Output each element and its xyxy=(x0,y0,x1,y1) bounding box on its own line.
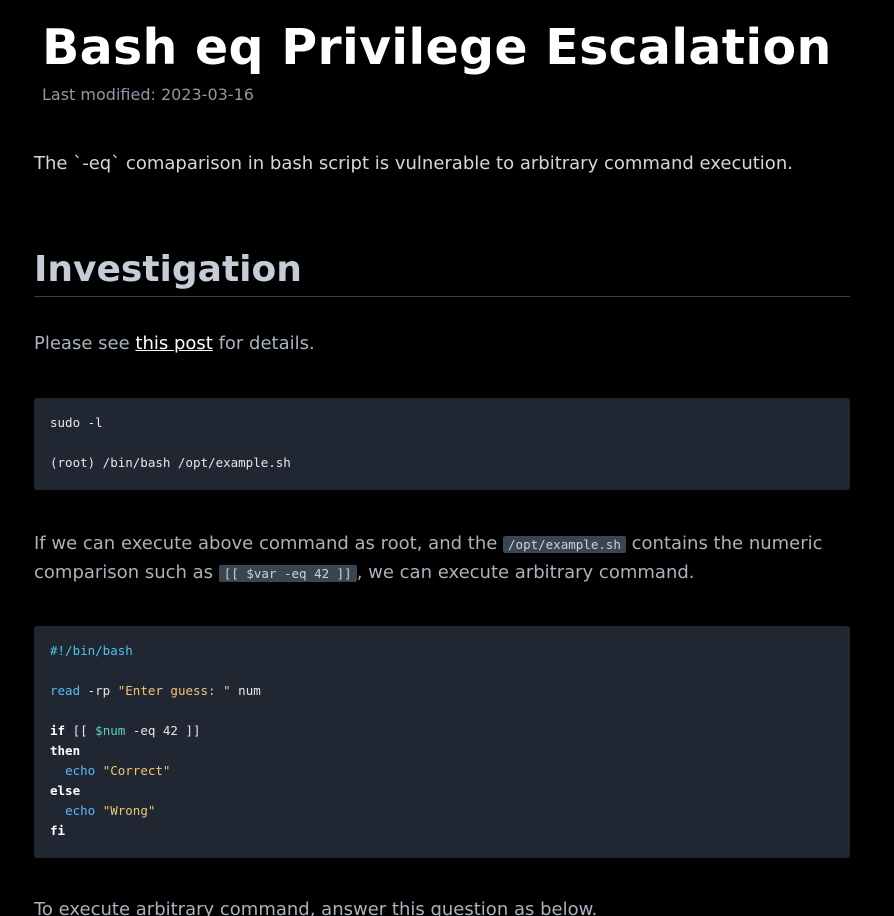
code-string: "Enter guess: " xyxy=(117,683,231,698)
code-keyword: read xyxy=(50,683,81,698)
code-block-script[interactable]: #!/bin/bash read -rp "Enter guess: " num… xyxy=(34,626,850,858)
code-variable: $num xyxy=(95,723,126,738)
code-text: num xyxy=(230,683,261,698)
code-string: "Correct" xyxy=(102,763,171,778)
code-block-sudo[interactable]: sudo -l (root) /bin/bash /opt/example.sh xyxy=(34,398,850,490)
see-suffix: for details. xyxy=(212,333,315,354)
code-line: sudo -l xyxy=(50,415,103,430)
code-text: -eq 42 ]] xyxy=(125,723,201,738)
explanation-part: , we can execute arbitrary command. xyxy=(356,562,695,583)
inline-code-path: /opt/example.sh xyxy=(503,536,626,553)
code-keyword: echo xyxy=(65,763,96,778)
closing-paragraph: To execute arbitrary command, answer thi… xyxy=(34,899,598,916)
code-shebang: #!/bin/bash xyxy=(50,643,133,658)
inline-code-comparison: [[ $var -eq 42 ]] xyxy=(218,565,357,582)
code-keyword: else xyxy=(50,783,81,798)
intro-text: The `-eq` comaparison in bash script is … xyxy=(34,153,793,174)
investigation-heading: Investigation xyxy=(34,248,850,297)
code-line: (root) /bin/bash /opt/example.sh xyxy=(50,455,291,470)
last-modified: Last modified: 2023-03-16 xyxy=(42,85,254,104)
see-prefix: Please see xyxy=(34,333,136,354)
see-paragraph: Please see this post for details. xyxy=(34,330,850,358)
this-post-link[interactable]: this post xyxy=(135,333,212,354)
explanation-paragraph: If we can execute above command as root,… xyxy=(34,530,850,588)
code-text: -rp xyxy=(80,683,118,698)
page-title: Bash eq Privilege Escalation xyxy=(42,19,832,76)
code-keyword: if xyxy=(50,723,66,738)
code-string: "Wrong" xyxy=(102,803,156,818)
code-text: [[ xyxy=(65,723,96,738)
code-keyword: then xyxy=(50,743,81,758)
code-keyword: fi xyxy=(50,823,66,838)
code-keyword: echo xyxy=(65,803,96,818)
explanation-part: If we can execute above command as root,… xyxy=(34,533,504,554)
